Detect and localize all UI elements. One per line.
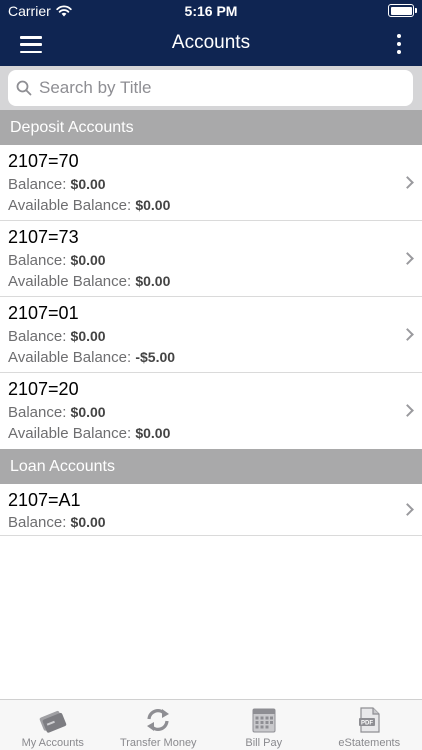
balance-value: $0.00	[70, 514, 106, 530]
available-balance-value: $0.00	[135, 425, 171, 441]
svg-text:PDF: PDF	[361, 721, 373, 727]
tab-bar: My Accounts Transfer Money Bill Pay PDF	[0, 699, 422, 750]
balance-line: Balance: $0.00	[8, 176, 106, 193]
balance-value: $0.00	[70, 328, 106, 344]
balance-label: Balance:	[8, 514, 67, 531]
available-balance-line: Available Balance: $0.00	[8, 273, 170, 290]
available-balance-line: Available Balance: $0.00	[8, 197, 170, 214]
balance-label: Balance:	[8, 328, 67, 345]
tab-label: Transfer Money	[119, 737, 197, 749]
account-name: 2107=A1	[8, 490, 81, 510]
account-row[interactable]: 2107=A1 Balance: $0.00	[0, 484, 422, 536]
pdf-document-icon: PDF	[359, 707, 380, 733]
balance-label: Balance:	[8, 176, 67, 193]
account-name: 2107=20	[8, 379, 79, 399]
chevron-right-icon	[401, 327, 414, 341]
available-balance-label: Available Balance:	[8, 273, 132, 290]
account-name: 2107=73	[8, 227, 79, 247]
balance-line: Balance: $0.00	[8, 328, 106, 345]
available-balance-value: $0.00	[135, 197, 171, 213]
more-options-icon[interactable]	[394, 34, 404, 54]
balance-label: Balance:	[8, 404, 67, 421]
balance-value: $0.00	[70, 404, 106, 420]
tab-estatements[interactable]: PDF eStatements	[317, 700, 422, 750]
available-balance-label: Available Balance:	[8, 425, 132, 442]
available-balance-label: Available Balance:	[8, 349, 132, 366]
account-name: 2107=01	[8, 303, 79, 323]
available-balance-value: -$5.00	[135, 349, 176, 365]
search-input[interactable]	[39, 78, 399, 98]
chevron-right-icon	[401, 404, 414, 417]
search-field[interactable]	[8, 70, 413, 106]
search-icon	[16, 80, 32, 96]
balance-label: Balance:	[8, 252, 67, 269]
tab-label: My Accounts	[21, 737, 84, 749]
balance-line: Balance: $0.00	[8, 514, 106, 531]
account-row[interactable]: 2107=73 Balance: $0.00 Available Balance…	[0, 221, 422, 297]
status-bar: Carrier 5:16 PM	[0, 0, 422, 22]
status-time: 5:16 PM	[184, 3, 238, 19]
balance-line: Balance: $0.00	[8, 404, 106, 421]
tab-label: eStatements	[338, 737, 401, 749]
available-balance-value: $0.00	[135, 273, 171, 289]
search-bar	[0, 66, 422, 110]
nav-bar: Accounts	[0, 22, 422, 66]
tab-transfer-money[interactable]: Transfer Money	[106, 700, 212, 750]
available-balance-line: Available Balance: -$5.00	[8, 349, 175, 366]
chevron-right-icon	[401, 175, 414, 189]
balance-value: $0.00	[70, 252, 106, 268]
tab-my-accounts[interactable]: My Accounts	[0, 700, 106, 750]
calendar-icon	[252, 708, 276, 733]
chevron-right-icon	[401, 251, 414, 265]
battery-fill	[390, 6, 412, 15]
tab-bill-pay[interactable]: Bill Pay	[211, 700, 317, 750]
transfer-arrows-icon	[147, 709, 170, 731]
app-header: Carrier 5:16 PM Accounts	[0, 0, 422, 66]
section-header-loan: Loan Accounts	[0, 449, 422, 484]
account-row[interactable]: 2107=01 Balance: $0.00 Available Balance…	[0, 297, 422, 373]
page-title: Accounts	[171, 32, 251, 53]
battery-icon	[388, 4, 417, 17]
account-name: 2107=70	[8, 151, 79, 171]
chevron-right-icon	[401, 502, 414, 516]
account-row[interactable]: 2107=70 Balance: $0.00 Available Balance…	[0, 145, 422, 221]
balance-line: Balance: $0.00	[8, 252, 106, 269]
available-balance-label: Available Balance:	[8, 197, 132, 214]
cards-icon	[39, 710, 66, 733]
tab-label: Bill Pay	[245, 737, 283, 749]
available-balance-line: Available Balance: $0.00	[8, 425, 170, 442]
balance-value: $0.00	[70, 176, 106, 192]
section-header-deposit: Deposit Accounts	[0, 110, 422, 145]
account-row[interactable]: 2107=20 Balance: $0.00 Available Balance…	[0, 373, 422, 449]
